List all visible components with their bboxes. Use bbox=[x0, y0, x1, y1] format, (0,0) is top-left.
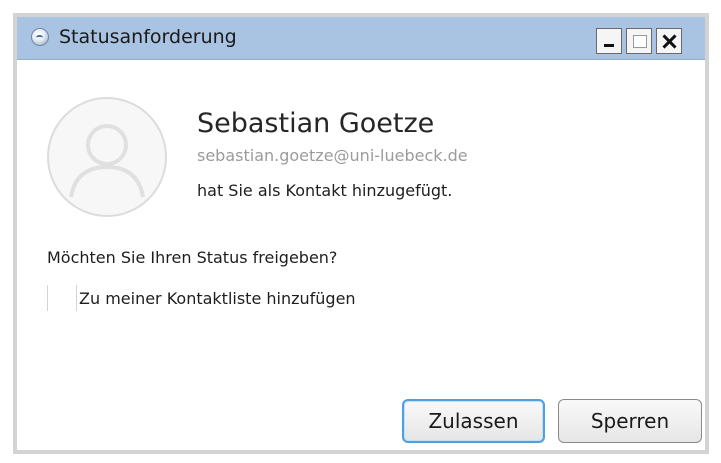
app-logo-icon bbox=[31, 28, 49, 46]
close-button[interactable] bbox=[656, 28, 682, 54]
person-placeholder-icon bbox=[69, 124, 145, 198]
block-button[interactable]: Sperren bbox=[558, 399, 702, 443]
add-to-contacts-label[interactable]: Zu meiner Kontaktliste hinzufügen bbox=[79, 289, 356, 308]
contact-email: sebastian.goetze@uni-luebeck.de bbox=[197, 146, 468, 165]
share-status-question: Möchten Sie Ihren Status freigeben? bbox=[47, 248, 338, 267]
contact-added-message: hat Sie als Kontakt hinzugefügt. bbox=[197, 181, 453, 200]
status-request-dialog: Statusanforderung Sebastian Goetze sebas… bbox=[13, 13, 709, 454]
contact-name: Sebastian Goetze bbox=[197, 108, 435, 139]
window-title: Statusanforderung bbox=[59, 26, 237, 48]
minimize-button[interactable] bbox=[596, 28, 622, 54]
add-to-contacts-option[interactable]: Zu meiner Kontaktliste hinzufügen bbox=[47, 285, 356, 311]
add-to-contacts-checkbox[interactable] bbox=[47, 285, 77, 311]
avatar bbox=[47, 97, 167, 217]
maximize-button[interactable] bbox=[626, 28, 652, 54]
title-bar[interactable]: Statusanforderung bbox=[17, 17, 705, 60]
allow-button[interactable]: Zulassen bbox=[402, 399, 545, 443]
